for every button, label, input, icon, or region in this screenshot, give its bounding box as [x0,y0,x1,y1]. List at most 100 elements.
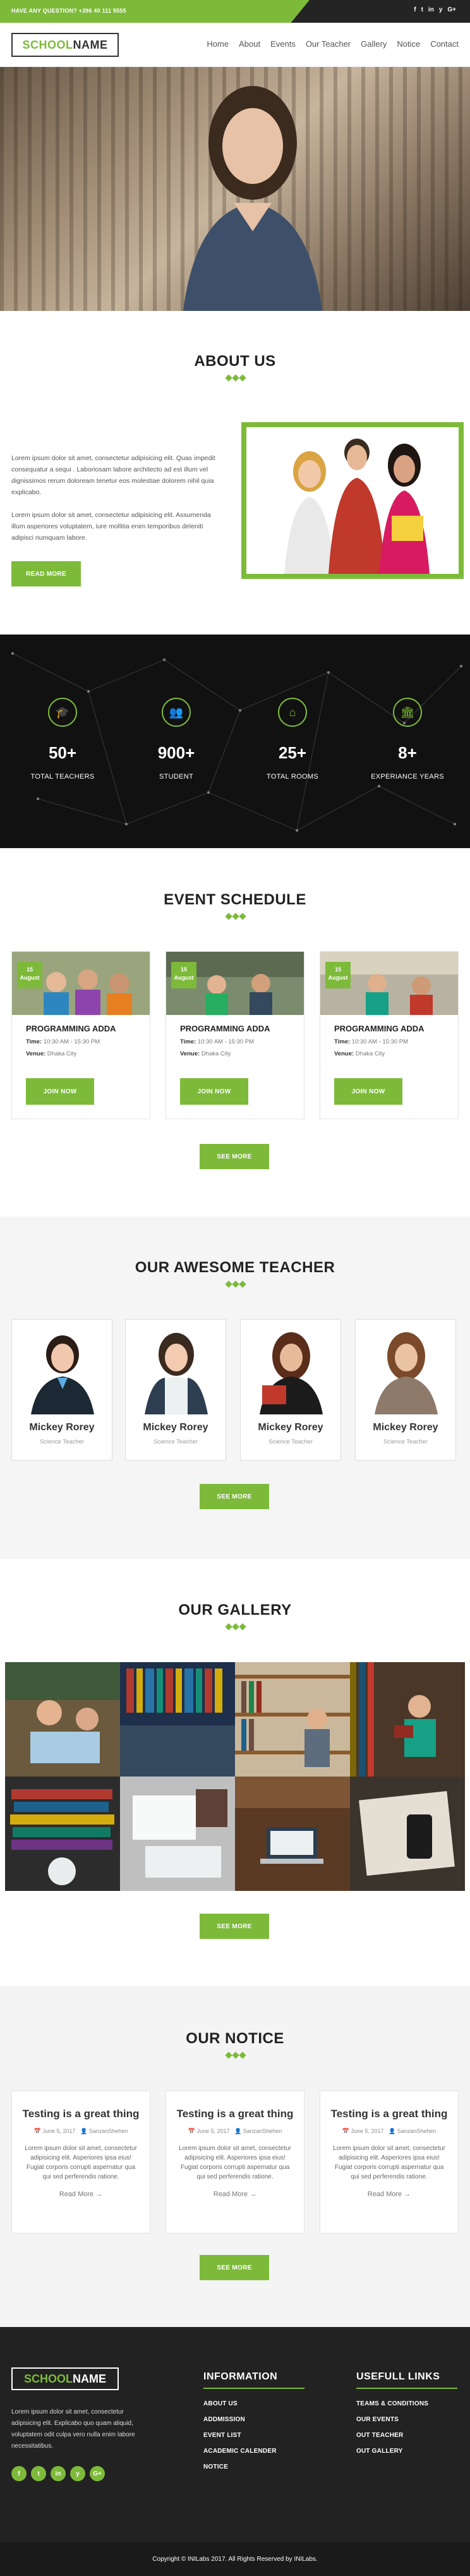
teachers-title: OUR AWESOME TEACHER [135,1259,335,1276]
notice-heading: Testing is a great thing [330,2108,448,2120]
events-title: EVENT SCHEDULE [164,891,306,908]
teacher-photo [126,1320,226,1414]
event-time: Time: 10:30 AM - 15:30 PM [334,1038,409,1045]
students-illustration [246,427,459,574]
nav-contact[interactable]: Contact [430,39,459,49]
event-date-badge: 15 August [325,962,351,988]
teachers-see-more-button[interactable]: SEE MORE [200,1484,269,1509]
stat-label: EXPERIANCE YEARS [371,773,444,781]
footer-heading-underline [356,2388,457,2389]
nav-about[interactable]: About [239,39,260,49]
notice-description: Lorem ipsum dolor sit amet, consectetur … [179,2145,291,2180]
read-more-link[interactable]: Read More → [166,2190,304,2198]
google-plus-icon[interactable]: G+ [90,2466,105,2481]
teacher-photo [241,1320,340,1414]
teacher-role: Science Teacher [153,1438,198,1445]
nav-gallery[interactable]: Gallery [361,39,387,49]
main-menu: Home About Events Our Teacher Gallery No… [207,39,459,49]
facebook-icon[interactable]: f [414,6,416,13]
teacher-role: Science Teacher [268,1438,313,1445]
twitter-icon[interactable]: t [421,6,423,13]
gallery-image[interactable] [235,1662,350,1777]
event-time: Time: 10:30 AM - 15:30 PM [26,1038,100,1045]
linkedin-icon[interactable]: in [51,2466,66,2481]
gallery-image[interactable] [120,1662,235,1777]
nav-notice[interactable]: Notice [397,39,420,49]
stat-number: 50+ [48,743,77,762]
about-students-image [241,422,464,579]
google-plus-icon[interactable]: G+ [447,6,456,13]
stat-label: TOTAL ROOMS [267,773,318,781]
events-see-more-button[interactable]: SEE MORE [200,1144,269,1169]
notice-see-more-button[interactable]: SEE MORE [200,2255,269,2280]
gallery-image[interactable] [120,1777,235,1891]
teacher-card: Mickey Rorey Science Teacher [240,1319,341,1461]
join-now-button[interactable]: JOIN NOW [26,1078,94,1105]
teacher-photo [12,1320,112,1414]
teacher-photo [356,1320,455,1414]
join-now-button[interactable]: JOIN NOW [180,1078,248,1105]
facebook-icon[interactable]: f [11,2466,27,2481]
youtube-icon[interactable]: y [70,2466,85,2481]
nav-our-teacher[interactable]: Our Teacher [306,39,351,49]
footer-about-text: Lorem ipsum dolor sit amet, consectetur … [11,2409,135,2450]
gallery-grid [5,1662,465,1891]
nav-home[interactable]: Home [207,39,229,49]
footer-heading-underline [203,2388,304,2389]
event-date-badge: 15 August [17,962,42,988]
gallery-see-more-button[interactable]: SEE MORE [200,1914,269,1939]
notice-heading: Testing is a great thing [22,2108,140,2120]
footer-link[interactable]: ABOUT US [203,2400,277,2407]
calendar-icon: 📅 [188,2128,195,2134]
footer-link[interactable]: ADDMISSION [203,2416,277,2423]
footer-link[interactable]: TEAMS & CONDITIONS [356,2400,428,2407]
twitter-icon[interactable]: t [31,2466,46,2481]
footer-link[interactable]: OUR EVENTS [356,2416,428,2423]
event-venue: Venue: Dhaka City [180,1050,231,1057]
notice-title-decoration [225,2051,246,2059]
footer-link[interactable]: NOTICE [203,2464,277,2470]
teacher-name: Mickey Rorey [258,1422,323,1433]
footer-link[interactable]: ACADEMIC CALENDER [203,2448,277,2455]
footer-logo[interactable]: SCHOOL NAME [11,2367,119,2390]
footer-link[interactable]: OUT TEACHER [356,2432,428,2439]
calendar-icon: 📅 [342,2128,349,2134]
about-paragraph-2: Lorem ipsum dolor sit amet, consectetur … [11,511,211,542]
site-footer: SCHOOL NAME Lorem ipsum dolor sit amet, c… [0,2327,470,2542]
read-more-button[interactable]: READ MORE [11,561,81,586]
notice-card: Testing is a great thing 📅 June 5, 2017 … [166,2091,304,2233]
user-icon: 👤 [234,2128,242,2134]
notice-card: Testing is a great thing 📅 June 5, 2017 … [320,2091,459,2233]
site-logo[interactable]: SCHOOL NAME [11,33,119,57]
main-navbar: SCHOOL NAME Home About Events Our Teacher… [0,23,470,67]
gallery-image[interactable] [5,1777,120,1891]
nav-events[interactable]: Events [270,39,296,49]
home-icon: ⌂ [278,698,307,727]
logo-part-name: NAME [73,2372,106,2385]
stat-rooms: ⌂ 25+ TOTAL ROOMS [234,698,351,781]
gallery-image[interactable] [350,1777,465,1891]
gallery-image[interactable] [5,1662,120,1777]
footer-link[interactable]: OUT GALLERY [356,2448,428,2455]
notice-meta: 📅 June 5, 2017 👤 SanzanShehen [33,2128,128,2134]
notice-description: Lorem ipsum dolor sit amet, consectetur … [333,2145,445,2180]
events-title-decoration [225,913,246,920]
read-more-link[interactable]: Read More → [12,2190,150,2198]
about-title-decoration [225,374,246,382]
teacher-role: Science Teacher [383,1438,428,1445]
top-bar: HAVE ANY QUESTION? +396 40 111 5555 f t … [0,0,470,23]
user-icon: 👤 [389,2128,396,2134]
footer-link[interactable]: EVENT LIST [203,2432,277,2439]
join-now-button[interactable]: JOIN NOW [334,1078,402,1105]
linkedin-icon[interactable]: in [428,6,434,13]
youtube-icon[interactable]: y [439,6,443,13]
notice-card: Testing is a great thing 📅 June 5, 2017 … [11,2091,150,2233]
about-paragraph-1: Lorem ipsum dolor sit amet, consectetur … [11,454,215,496]
teacher-card: Mickey Rorey Science Teacher [11,1319,112,1461]
contact-question: HAVE ANY QUESTION? +396 40 111 5555 [11,8,126,14]
gallery-image[interactable] [235,1777,350,1891]
stat-label: STUDENT [159,773,194,781]
read-more-link[interactable]: Read More → [320,2190,458,2198]
teacher-card: Mickey Rorey Science Teacher [355,1319,456,1461]
gallery-image[interactable] [350,1662,465,1777]
